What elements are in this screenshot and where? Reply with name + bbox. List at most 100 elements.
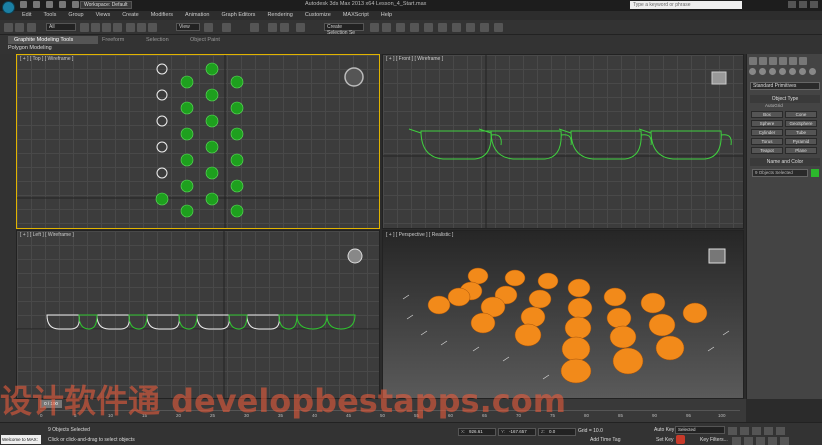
viewcube-icon[interactable] <box>344 67 364 87</box>
tab-selection[interactable]: Selection <box>146 37 169 43</box>
select-by-name-icon[interactable] <box>91 23 100 32</box>
cylinder-button[interactable]: Cylinder <box>751 129 783 136</box>
viewport-label-perspective[interactable]: [ + ] [ Perspective ] [ Realistic ] <box>386 232 453 238</box>
maximize-viewport-icon[interactable] <box>780 437 789 445</box>
x-coordinate-field[interactable]: X: 926.61 <box>458 428 496 436</box>
material-editor-icon[interactable] <box>452 23 461 32</box>
menu-graph-editors[interactable]: Graph Editors <box>222 11 256 20</box>
menu-maxscript[interactable]: MAXScript <box>343 11 369 20</box>
tab-object-paint[interactable]: Object Paint <box>190 37 220 43</box>
primitive-type-dropdown[interactable]: Standard Primitives <box>750 82 820 90</box>
menu-tools[interactable]: Tools <box>43 11 56 20</box>
viewcube-icon[interactable] <box>708 248 726 264</box>
workspace-dropdown[interactable]: Workspace: Default <box>80 1 132 9</box>
viewport-front[interactable]: [ + ] [ Front ] [ Wireframe ] <box>382 54 744 229</box>
angle-snap-icon[interactable] <box>250 23 259 32</box>
zoom-all-icon[interactable] <box>744 437 753 445</box>
prev-frame-icon[interactable] <box>740 427 749 435</box>
curve-editor-icon[interactable] <box>424 23 433 32</box>
selection-filter-dropdown[interactable]: All <box>46 23 76 31</box>
menu-customize[interactable]: Customize <box>305 11 331 20</box>
menu-create[interactable]: Create <box>122 11 139 20</box>
window-controls[interactable] <box>788 1 818 8</box>
key-filters-button[interactable]: Key Filters... <box>700 437 728 443</box>
spacewarps-icon[interactable] <box>799 68 806 75</box>
rollout-name-and-color[interactable]: Name and Color <box>750 158 820 166</box>
maxscript-listener[interactable]: Welcome to MAX: <box>1 435 41 444</box>
app-logo-icon[interactable] <box>2 1 15 14</box>
command-panel-tabs[interactable] <box>749 57 807 65</box>
object-color-swatch[interactable] <box>811 169 819 177</box>
shapes-icon[interactable] <box>759 68 766 75</box>
systems-icon[interactable] <box>809 68 816 75</box>
tab-freeform[interactable]: Freeform <box>102 37 124 43</box>
undo-icon[interactable] <box>4 23 13 32</box>
viewport-label-top[interactable]: [ + ] [ Top ] [ Wireframe ] <box>20 56 73 62</box>
goto-start-icon[interactable] <box>728 427 737 435</box>
render-setup-icon[interactable] <box>466 23 475 32</box>
modify-tab-icon[interactable] <box>759 57 767 65</box>
menu-help[interactable]: Help <box>381 11 392 20</box>
maximize-icon[interactable] <box>799 1 807 8</box>
display-tab-icon[interactable] <box>789 57 797 65</box>
viewcube-icon[interactable] <box>347 248 363 264</box>
goto-end-icon[interactable] <box>776 427 785 435</box>
edit-named-sets-icon[interactable] <box>296 23 305 32</box>
sphere-button[interactable]: Sphere <box>751 120 783 127</box>
search-input[interactable]: Type a keyword or phrase <box>630 1 742 9</box>
set-key-icon[interactable] <box>676 435 685 444</box>
orbit-icon[interactable] <box>756 437 765 445</box>
graphite-toggle-icon[interactable] <box>410 23 419 32</box>
object-name-field[interactable]: 9 Objects Selected <box>752 169 808 177</box>
viewcube-icon[interactable] <box>711 71 727 85</box>
auto-key-button[interactable]: Auto Key <box>654 427 674 433</box>
cone-button[interactable]: Cone <box>785 111 817 118</box>
mirror-icon[interactable] <box>370 23 379 32</box>
link-icon[interactable] <box>27 23 36 32</box>
spinner-snap-icon[interactable] <box>280 23 289 32</box>
utilities-tab-icon[interactable] <box>799 57 807 65</box>
hierarchy-tab-icon[interactable] <box>769 57 777 65</box>
pivot-icon[interactable] <box>204 23 213 32</box>
rotate-icon[interactable] <box>137 23 146 32</box>
track-bar[interactable]: 0 5 10 15 20 25 30 35 40 45 50 55 60 65 … <box>40 410 740 420</box>
box-button[interactable]: Box <box>751 111 783 118</box>
geosphere-button[interactable]: GeoSphere <box>785 120 817 127</box>
menu-group[interactable]: Group <box>68 11 83 20</box>
viewport-navigation[interactable] <box>732 437 789 445</box>
create-tab-icon[interactable] <box>749 57 757 65</box>
motion-tab-icon[interactable] <box>779 57 787 65</box>
viewport-perspective[interactable]: [ + ] [ Perspective ] [ Realistic ] <box>382 230 744 399</box>
z-coordinate-field[interactable]: Z: 0.0 <box>538 428 576 436</box>
y-coordinate-field[interactable]: Y: -167.657 <box>498 428 536 436</box>
lights-icon[interactable] <box>769 68 776 75</box>
viewport-label-left[interactable]: [ + ] [ Left ] [ Wireframe ] <box>20 232 74 238</box>
menu-modifiers[interactable]: Modifiers <box>151 11 173 20</box>
scale-icon[interactable] <box>148 23 157 32</box>
render-icon[interactable] <box>494 23 503 32</box>
named-selection-dropdown[interactable]: Create Selection Se <box>324 23 364 36</box>
menu-rendering[interactable]: Rendering <box>267 11 292 20</box>
viewport-left[interactable]: [ + ] [ Left ] [ Wireframe ] <box>16 230 380 399</box>
menu-animation[interactable]: Animation <box>185 11 209 20</box>
window-crossing-icon[interactable] <box>113 23 122 32</box>
rollout-object-type[interactable]: Object Type <box>750 95 820 103</box>
ref-coord-dropdown[interactable]: View <box>176 23 200 31</box>
redo-icon[interactable] <box>15 23 24 32</box>
pan-icon[interactable] <box>768 437 777 445</box>
render-frame-icon[interactable] <box>480 23 489 32</box>
set-key-button[interactable]: Set Key <box>656 437 674 443</box>
percent-snap-icon[interactable] <box>268 23 277 32</box>
minimize-icon[interactable] <box>788 1 796 8</box>
layer-icon[interactable] <box>396 23 405 32</box>
snap-toggle-icon[interactable] <box>222 23 231 32</box>
geometry-icon[interactable] <box>749 68 756 75</box>
menu-views[interactable]: Views <box>96 11 111 20</box>
tube-button[interactable]: Tube <box>785 129 817 136</box>
create-subcategories[interactable] <box>749 68 816 75</box>
move-icon[interactable] <box>126 23 135 32</box>
key-selection-dropdown[interactable]: Selected <box>675 426 725 434</box>
teapot-button[interactable]: Teapot <box>751 147 783 154</box>
helpers-icon[interactable] <box>789 68 796 75</box>
schematic-view-icon[interactable] <box>438 23 447 32</box>
